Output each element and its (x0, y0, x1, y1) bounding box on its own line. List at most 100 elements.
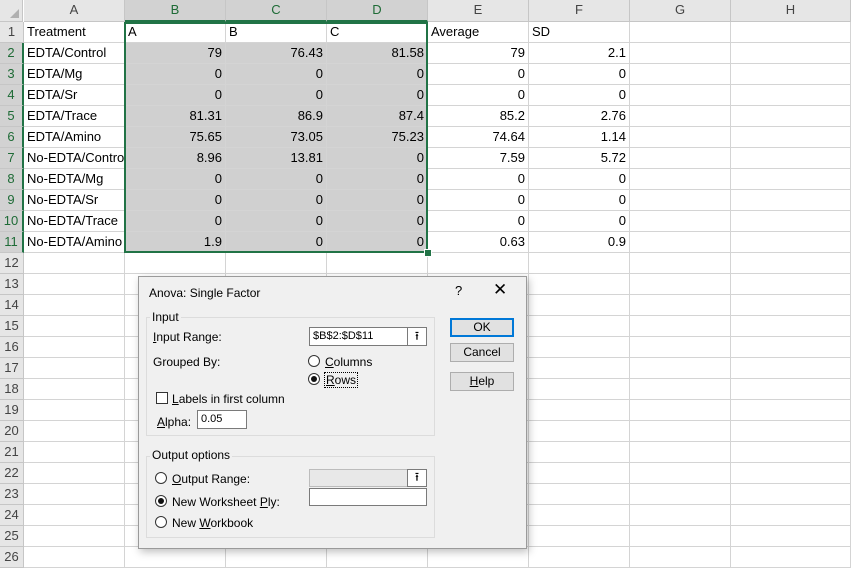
cell[interactable] (630, 22, 731, 43)
cell[interactable]: 0 (327, 169, 428, 190)
cell[interactable]: 0 (428, 190, 529, 211)
cell[interactable] (731, 379, 851, 400)
row-header[interactable]: 9 (0, 190, 24, 211)
cell[interactable]: EDTA/Amino (24, 127, 125, 148)
cell[interactable] (24, 547, 125, 568)
cell[interactable]: 8.96 (125, 148, 226, 169)
cell[interactable]: 0 (327, 64, 428, 85)
rows-radio[interactable] (308, 373, 320, 385)
cell[interactable]: B (226, 22, 327, 43)
cell[interactable] (630, 400, 731, 421)
cell[interactable]: 2.76 (529, 106, 630, 127)
cell[interactable]: 0 (428, 211, 529, 232)
column-header[interactable]: G (630, 0, 731, 22)
cell[interactable]: 74.64 (428, 127, 529, 148)
cell[interactable] (731, 169, 851, 190)
new-workbook-radio[interactable] (155, 516, 167, 528)
cell[interactable]: 0 (327, 211, 428, 232)
cell[interactable]: A (125, 22, 226, 43)
ok-button[interactable]: OK (450, 318, 514, 337)
cell[interactable] (630, 148, 731, 169)
cell[interactable] (24, 379, 125, 400)
cell[interactable]: 86.9 (226, 106, 327, 127)
cell[interactable]: 85.2 (428, 106, 529, 127)
cell[interactable] (630, 211, 731, 232)
cell[interactable]: 0 (125, 64, 226, 85)
cell[interactable] (630, 547, 731, 568)
cell[interactable]: 0 (226, 169, 327, 190)
cell[interactable]: EDTA/Control (24, 43, 125, 64)
fill-handle[interactable] (424, 249, 432, 257)
cell[interactable]: 5.72 (529, 148, 630, 169)
cell[interactable]: 81.58 (327, 43, 428, 64)
row-header[interactable]: 19 (0, 400, 24, 421)
cell[interactable] (24, 463, 125, 484)
row-header[interactable]: 20 (0, 421, 24, 442)
column-header[interactable]: B (125, 0, 226, 22)
cell[interactable] (630, 442, 731, 463)
cell[interactable]: 0 (125, 190, 226, 211)
labels-first-column-checkbox[interactable] (156, 392, 168, 404)
cell[interactable]: Treatment (24, 22, 125, 43)
cell[interactable]: 0 (428, 85, 529, 106)
cell[interactable]: 81.31 (125, 106, 226, 127)
cell[interactable] (731, 211, 851, 232)
help-icon[interactable]: ? (455, 283, 462, 298)
cell[interactable] (327, 547, 428, 568)
cell[interactable] (630, 505, 731, 526)
select-all-icon[interactable] (0, 0, 23, 22)
cell[interactable]: EDTA/Sr (24, 85, 125, 106)
cell[interactable] (731, 274, 851, 295)
cell[interactable] (630, 43, 731, 64)
cell[interactable] (630, 190, 731, 211)
cell[interactable] (630, 64, 731, 85)
cell[interactable] (529, 505, 630, 526)
cell[interactable]: 0 (529, 169, 630, 190)
cell[interactable]: 79 (428, 43, 529, 64)
cell[interactable] (529, 547, 630, 568)
cell[interactable] (731, 316, 851, 337)
alpha-field[interactable]: 0.05 (197, 410, 247, 429)
cell[interactable] (731, 484, 851, 505)
cell[interactable]: 0 (125, 169, 226, 190)
cell[interactable] (529, 274, 630, 295)
cell[interactable] (731, 337, 851, 358)
help-button[interactable]: Help (450, 372, 514, 391)
row-header[interactable]: 2 (0, 43, 24, 64)
cell[interactable] (731, 421, 851, 442)
cell[interactable]: 0 (428, 64, 529, 85)
column-header[interactable]: D (327, 0, 428, 22)
cell[interactable]: EDTA/Mg (24, 64, 125, 85)
cell[interactable] (529, 316, 630, 337)
cell[interactable]: No-EDTA/Amino (24, 232, 125, 253)
cell[interactable]: No-EDTA/Trace (24, 211, 125, 232)
column-header[interactable]: A (24, 0, 125, 22)
cell[interactable] (731, 190, 851, 211)
cell[interactable] (24, 526, 125, 547)
cell[interactable] (630, 379, 731, 400)
column-header[interactable]: H (731, 0, 851, 22)
cell[interactable] (630, 337, 731, 358)
row-header[interactable]: 14 (0, 295, 24, 316)
cell[interactable]: EDTA/Trace (24, 106, 125, 127)
cell[interactable] (529, 463, 630, 484)
cell[interactable] (125, 547, 226, 568)
row-header[interactable]: 18 (0, 379, 24, 400)
cell[interactable] (529, 400, 630, 421)
cell[interactable] (630, 463, 731, 484)
row-header[interactable]: 10 (0, 211, 24, 232)
cell[interactable] (529, 484, 630, 505)
input-range-field[interactable]: $B$2:$D$11 (309, 327, 408, 346)
cell[interactable] (428, 547, 529, 568)
cell[interactable] (630, 421, 731, 442)
cell[interactable] (24, 253, 125, 274)
cell[interactable] (630, 358, 731, 379)
cell[interactable] (428, 253, 529, 274)
cell[interactable] (630, 253, 731, 274)
row-header[interactable]: 13 (0, 274, 24, 295)
cell[interactable]: No-EDTA/Mg (24, 169, 125, 190)
cell[interactable] (529, 442, 630, 463)
row-header[interactable]: 5 (0, 106, 24, 127)
cell[interactable]: SD (529, 22, 630, 43)
cell[interactable]: 0 (327, 190, 428, 211)
